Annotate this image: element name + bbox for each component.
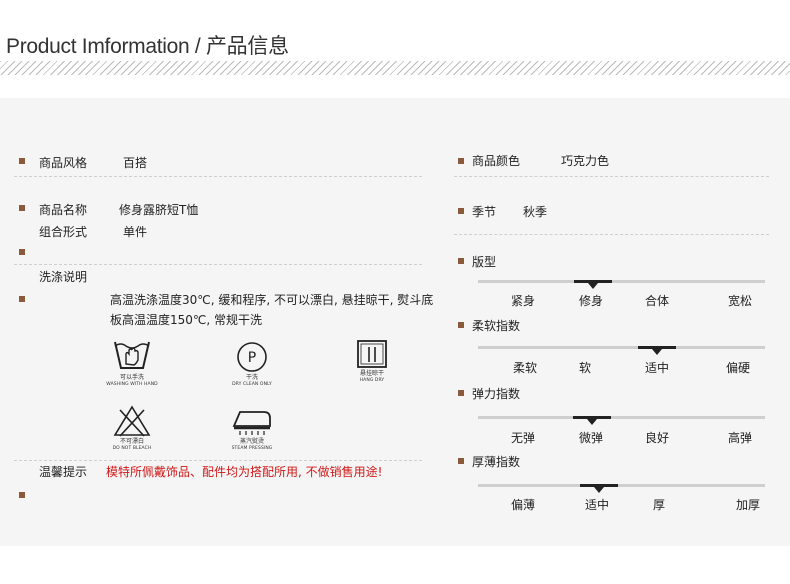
- dry-clean-en: DRY CLEAN ONLY: [232, 382, 272, 387]
- hang-dry-icon: [357, 340, 387, 368]
- softness-label: 柔软指数: [472, 319, 521, 333]
- elasticity-scale-pointer: [587, 419, 597, 425]
- style-bullet: [19, 158, 25, 164]
- softness-bullet: [458, 322, 464, 328]
- hand-wash-care: 可以手洗 WASHING WITH HAND: [100, 338, 164, 388]
- fit-scale-pointer: [588, 283, 598, 289]
- steam-iron-cn: 蒸汽熨烫: [239, 438, 264, 445]
- combo-value: 单件: [123, 225, 148, 239]
- softness-option-2: 软: [579, 361, 592, 375]
- elasticity-option-4: 高弹: [728, 431, 753, 445]
- no-bleach-care: 不可漂白 DO NOT BLEACH: [100, 404, 164, 452]
- name-label: 商品名称: [39, 203, 88, 217]
- name-bullet: [19, 205, 25, 211]
- season-value: 秋季: [523, 205, 548, 219]
- color-bullet: [458, 158, 464, 164]
- no-bleach-cn: 不可漂白: [119, 438, 144, 445]
- elasticity-label: 弹力指数: [472, 387, 521, 401]
- wash-bullet: [19, 296, 25, 302]
- hang-dry-cn: 悬挂晾干: [359, 370, 384, 377]
- thickness-bullet: [458, 458, 464, 464]
- thickness-scale-pointer: [594, 487, 604, 493]
- softness-scale-pointer: [652, 349, 662, 355]
- name-value: 修身露脐短T恤: [119, 203, 199, 217]
- fit-scale-track: [478, 280, 765, 283]
- page-title: Product Imformation / 产品信息: [6, 35, 289, 58]
- fit-label: 版型: [472, 255, 497, 269]
- color-value: 巧克力色: [561, 154, 610, 168]
- thickness-option-2: 适中: [585, 498, 610, 512]
- elasticity-bullet: [458, 390, 464, 396]
- row-divider: [14, 176, 422, 177]
- warm-bullet: [19, 492, 25, 498]
- hand-wash-en: WASHING WITH HAND: [106, 382, 158, 387]
- hand-wash-cn: 可以手洗: [119, 374, 144, 381]
- hang-dry-en: HANG DRY: [359, 378, 385, 383]
- warm-label: 温馨提示: [39, 465, 88, 479]
- elasticity-scale-track: [478, 416, 765, 419]
- row-divider: [454, 234, 769, 235]
- season-label: 季节: [472, 205, 497, 219]
- softness-scale-track: [478, 346, 765, 349]
- hand-wash-icon: [114, 341, 150, 369]
- row-divider: [454, 176, 769, 177]
- fit-option-2: 修身: [579, 294, 604, 308]
- elasticity-option-1: 无弹: [511, 431, 536, 445]
- combo-bullet: [19, 249, 25, 255]
- thickness-scale-track: [478, 484, 765, 487]
- header-hatch-divider: [0, 61, 790, 75]
- season-bullet: [458, 208, 464, 214]
- thickness-option-4: 加厚: [736, 498, 761, 512]
- thickness-option-3: 厚: [653, 498, 666, 512]
- thickness-label: 厚薄指数: [472, 455, 521, 469]
- elasticity-option-2: 微弹: [579, 431, 604, 445]
- dry-clean-care: P 干洗 DRY CLEAN ONLY: [220, 340, 284, 388]
- fit-option-4: 宽松: [728, 294, 753, 308]
- steam-iron-care: 蒸汽熨烫 STEAM PRESSING: [220, 404, 284, 452]
- no-bleach-icon: [113, 405, 151, 437]
- fit-option-1: 紧身: [511, 294, 536, 308]
- thickness-option-1: 偏薄: [511, 498, 536, 512]
- fit-option-3: 合体: [645, 294, 670, 308]
- softness-option-3: 适中: [645, 361, 670, 375]
- dry-clean-cn: 干洗: [245, 374, 258, 381]
- elasticity-option-3: 良好: [645, 431, 670, 445]
- dry-clean-icon: P: [237, 342, 267, 372]
- color-label: 商品颜色: [472, 154, 521, 168]
- warm-text: 模特所佩戴饰品、配件均为搭配所用, 不做销售用途!: [106, 465, 383, 479]
- row-divider: [14, 264, 422, 265]
- fit-bullet: [458, 258, 464, 264]
- dry-clean-glyph: P: [248, 350, 256, 366]
- no-bleach-en: DO NOT BLEACH: [112, 446, 152, 451]
- wash-description: 高温洗涤温度30℃, 缓和程序, 不可以漂白, 悬挂晾干, 熨斗底板高温温度15…: [110, 293, 434, 327]
- combo-label: 组合形式: [39, 225, 88, 239]
- steam-iron-icon: [232, 411, 271, 435]
- row-divider: [14, 460, 422, 461]
- softness-option-4: 偏硬: [726, 361, 751, 375]
- steam-iron-en: STEAM PRESSING: [231, 446, 273, 451]
- hang-dry-care: 悬挂晾干 HANG DRY: [340, 338, 404, 384]
- softness-option-1: 柔软: [513, 361, 538, 375]
- wash-label: 洗涤说明: [39, 270, 88, 284]
- style-value: 百搭: [123, 156, 148, 170]
- style-label: 商品风格: [39, 156, 88, 170]
